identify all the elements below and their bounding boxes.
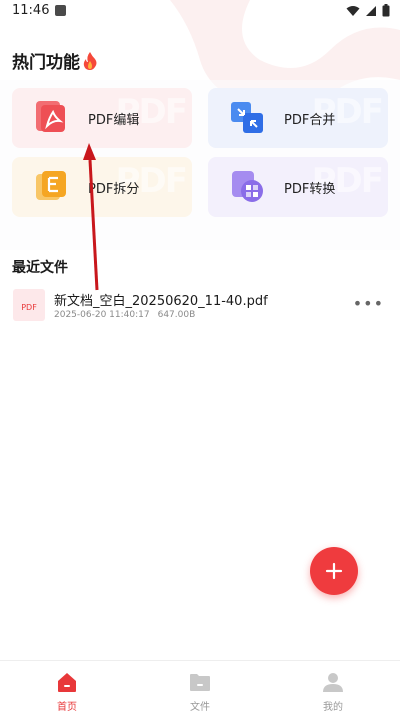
wifi-icon: [346, 5, 360, 16]
pdf-edit-label: PDF编辑: [88, 113, 140, 128]
pdf-edit-icon: [36, 101, 65, 132]
list-item[interactable]: PDF 新文档_空白_20250620_11-40.pdf 2025-06-20…: [0, 284, 400, 332]
more-options-icon[interactable]: •••: [353, 294, 384, 313]
battery-icon: [382, 4, 390, 17]
pdf-split-card[interactable]: PDF PDF拆分: [12, 157, 192, 217]
file-date: 2025-06-20 11:40:17: [54, 310, 150, 320]
pdf-edit-card[interactable]: PDF PDF编辑: [12, 88, 192, 148]
pdf-convert-label: PDF转换: [284, 182, 336, 197]
tab-mine[interactable]: 我的: [283, 661, 383, 713]
add-button[interactable]: [310, 547, 358, 595]
bottom-nav: 首页 文件 我的: [0, 660, 400, 713]
pdf-merge-card[interactable]: PDF PDF合并: [208, 88, 388, 148]
hot-features-label: 热门功能: [12, 53, 80, 73]
file-size: 647.00B: [157, 310, 196, 320]
pdf-merge-icon: [231, 102, 263, 133]
pdf-merge-label: PDF合并: [284, 113, 336, 128]
pdf-file-icon: PDF: [13, 289, 45, 321]
file-meta: 2025-06-20 11:40:17 647.00B: [54, 310, 195, 320]
tab-home[interactable]: 首页: [17, 661, 117, 713]
file-badge: PDF: [21, 303, 37, 312]
file-name: 新文档_空白_20250620_11-40.pdf: [54, 294, 268, 309]
folder-icon: [190, 674, 210, 691]
recent-files-title: 最近文件: [12, 260, 68, 276]
notification-icon: [55, 5, 66, 16]
pdf-convert-icon: [232, 171, 263, 202]
tab-mine-label: 我的: [323, 702, 343, 713]
status-icons: [346, 4, 390, 17]
hot-features-title: 热门功能: [12, 48, 98, 73]
user-icon: [323, 673, 343, 692]
plus-icon: [325, 562, 343, 580]
fire-icon: [83, 51, 97, 70]
signal-icon: [366, 5, 376, 16]
tab-files[interactable]: 文件: [150, 661, 250, 713]
pdf-convert-card[interactable]: PDF PDF转换: [208, 157, 388, 217]
pdf-split-icon: [36, 171, 66, 200]
tab-home-label: 首页: [57, 702, 77, 713]
tab-files-label: 文件: [190, 702, 210, 713]
status-time: 11:46: [12, 3, 50, 18]
pdf-split-label: PDF拆分: [88, 182, 140, 197]
home-icon: [58, 673, 76, 692]
status-bar: 11:46: [0, 0, 400, 24]
